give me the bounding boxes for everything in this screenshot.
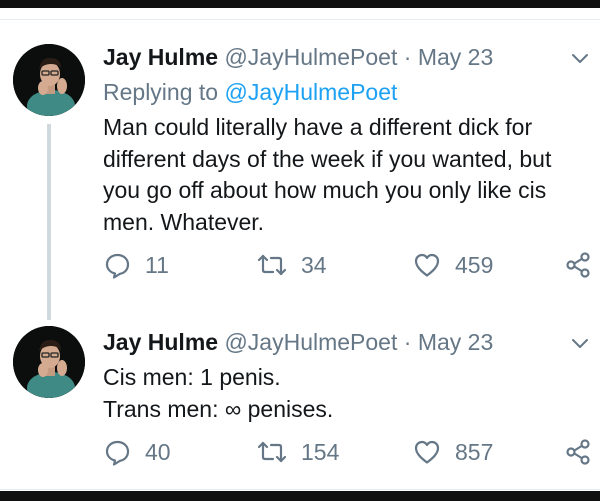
heart-icon	[414, 253, 440, 277]
author-name[interactable]: Jay Hulme	[103, 44, 218, 70]
share-button[interactable]	[565, 249, 591, 281]
tweet-text-line: Man could literally have a different dic…	[103, 114, 533, 140]
avatar[interactable]	[13, 44, 85, 116]
tweet-text-line: men. Whatever.	[103, 208, 265, 235]
like-button[interactable]: 459	[413, 249, 493, 281]
retweet-button[interactable]: 154	[257, 436, 339, 468]
replying-to-handle[interactable]: @JayHulmePoet	[224, 79, 397, 105]
reply-icon	[105, 253, 130, 279]
tweet-text-line: different days of the week if you wanted…	[103, 145, 552, 172]
tweet-text-line: Trans men: ∞ penises.	[103, 395, 334, 422]
avatar-photo	[13, 326, 85, 398]
like-count: 459	[455, 252, 494, 278]
share-icon	[566, 252, 590, 278]
separator: ·	[403, 329, 412, 355]
like-button[interactable]: 857	[413, 436, 493, 468]
tweet-text-line: Cis men: 1 penis.	[103, 364, 281, 390]
avatar[interactable]	[13, 326, 85, 398]
tweet-date[interactable]: May 23	[418, 329, 493, 355]
reply-button[interactable]: 11	[104, 249, 169, 281]
tweet-text: Man could literally have a different dic…	[103, 112, 573, 238]
share-icon	[566, 439, 590, 465]
replying-to-label: Replying to	[103, 79, 219, 105]
author-name[interactable]: Jay Hulme	[103, 329, 218, 355]
reply-count: 11	[145, 252, 169, 278]
heart-icon	[414, 440, 440, 464]
top-divider	[0, 19, 600, 20]
reply-button[interactable]: 40	[104, 436, 171, 468]
tweet-header: Jay Hulme @JayHulmePoet · May 23	[103, 326, 493, 358]
chevron-down-icon[interactable]	[569, 48, 591, 70]
tweet-text: Cis men: 1 penis. Trans men: ∞ penises.	[103, 362, 573, 425]
top-bar	[0, 0, 600, 8]
bottom-bar	[0, 491, 600, 501]
tweet-date[interactable]: May 23	[418, 44, 493, 70]
reply-count: 40	[145, 439, 171, 465]
replying-to: Replying to @JayHulmePoet	[103, 76, 397, 108]
separator: ·	[403, 44, 412, 70]
like-count: 857	[455, 439, 494, 465]
reply-icon	[105, 440, 130, 466]
avatar-photo	[13, 44, 85, 116]
retweet-icon	[257, 441, 287, 463]
author-handle[interactable]: @JayHulmePoet	[224, 329, 397, 355]
tweet-header: Jay Hulme @JayHulmePoet · May 23	[103, 41, 493, 73]
author-handle[interactable]: @JayHulmePoet	[224, 44, 397, 70]
bottom-divider	[0, 489, 600, 490]
tweet-text-line: you go off about how much you only like …	[103, 177, 547, 203]
tweet-thread-page: Jay Hulme @JayHulmePoet · May 23 Replyin…	[0, 0, 600, 501]
retweet-button[interactable]: 34	[257, 249, 327, 281]
retweet-icon	[257, 254, 287, 276]
retweet-count: 34	[301, 252, 327, 278]
share-button[interactable]	[565, 436, 591, 468]
retweet-count: 154	[301, 439, 340, 465]
thread-connector-line	[47, 124, 51, 320]
chevron-down-icon[interactable]	[569, 333, 591, 355]
